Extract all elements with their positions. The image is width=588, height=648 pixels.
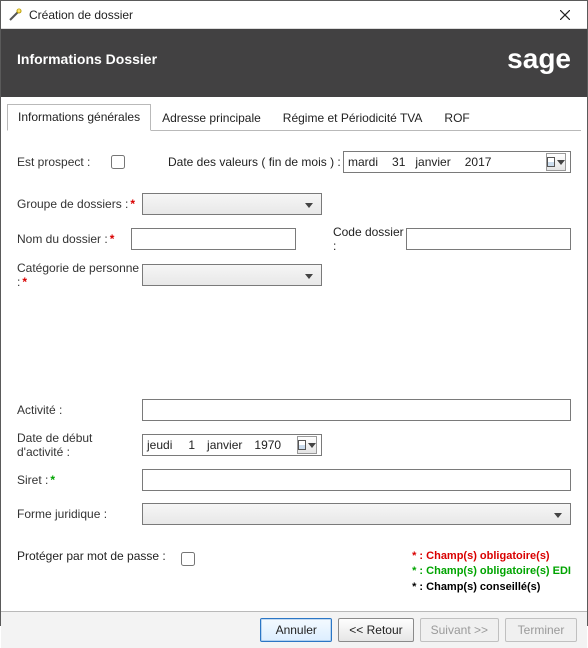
close-button[interactable] bbox=[543, 1, 587, 29]
proteger-checkbox[interactable] bbox=[181, 552, 195, 566]
tab-adresse-principale[interactable]: Adresse principale bbox=[151, 105, 272, 131]
wizard-icon bbox=[7, 7, 23, 23]
tab-label: Informations générales bbox=[18, 110, 140, 124]
date-debut-picker[interactable]: jeudi 1 janvier 1970 bbox=[142, 434, 322, 456]
nom-dossier-input[interactable] bbox=[131, 228, 296, 250]
code-dossier-label: Code dossier : bbox=[333, 225, 406, 253]
chevron-down-icon bbox=[301, 268, 317, 282]
chevron-down-icon bbox=[308, 443, 316, 448]
categorie-personne-label: Catégorie de personne :* bbox=[17, 261, 142, 289]
forme-juridique-select[interactable] bbox=[142, 503, 571, 525]
close-icon bbox=[560, 10, 570, 20]
row-forme-juridique: Forme juridique : bbox=[17, 501, 571, 527]
row-categorie: Catégorie de personne :* bbox=[17, 261, 571, 289]
siret-label: Siret :* bbox=[17, 473, 142, 487]
calendar-button[interactable] bbox=[546, 153, 566, 171]
required-legend: * : Champ(s) obligatoire(s) * : Champ(s)… bbox=[412, 549, 571, 595]
date-year: 1970 bbox=[254, 438, 281, 452]
header-title: Informations Dossier bbox=[17, 51, 157, 67]
date-dayname: mardi bbox=[348, 155, 378, 169]
suivant-button[interactable]: Suivant >> bbox=[420, 618, 499, 642]
chevron-down-icon bbox=[301, 197, 317, 211]
date-month: janvier bbox=[415, 155, 450, 169]
row-prospect-date: Est prospect : Date des valeurs ( fin de… bbox=[17, 149, 571, 175]
brand-logo: sage bbox=[507, 43, 571, 75]
legend-required: * : Champ(s) obligatoire(s) bbox=[412, 549, 571, 564]
est-prospect-checkbox[interactable] bbox=[111, 155, 125, 169]
terminer-button[interactable]: Terminer bbox=[505, 618, 577, 642]
date-year: 2017 bbox=[465, 155, 492, 169]
tabs: Informations générales Adresse principal… bbox=[7, 103, 581, 131]
dialog-window: Création de dossier Informations Dossier… bbox=[0, 0, 588, 626]
nom-dossier-label: Nom du dossier :* bbox=[17, 232, 131, 246]
date-day: 1 bbox=[188, 438, 195, 452]
date-dayname: jeudi bbox=[147, 438, 172, 452]
categorie-personne-select[interactable] bbox=[142, 264, 322, 286]
code-dossier-input[interactable] bbox=[406, 228, 571, 250]
tab-label: Adresse principale bbox=[162, 111, 261, 125]
tab-panel: Est prospect : Date des valeurs ( fin de… bbox=[1, 131, 587, 611]
chevron-down-icon bbox=[550, 507, 566, 521]
row-activite: Activité : bbox=[17, 397, 571, 423]
calendar-icon bbox=[298, 440, 306, 450]
row-nom-code: Nom du dossier :* Code dossier : bbox=[17, 225, 571, 253]
chevron-down-icon bbox=[557, 160, 565, 165]
titlebar: Création de dossier bbox=[1, 1, 587, 29]
button-bar: Annuler << Retour Suivant >> Terminer bbox=[1, 611, 587, 648]
date-day: 31 bbox=[392, 155, 405, 169]
activite-label: Activité : bbox=[17, 403, 142, 417]
calendar-button[interactable] bbox=[297, 436, 317, 454]
legend-required-edi: * : Champ(s) obligatoire(s) EDI bbox=[412, 564, 571, 579]
proteger-label: Protéger par mot de passe : bbox=[17, 549, 177, 563]
row-groupe-dossiers: Groupe de dossiers :* bbox=[17, 191, 571, 217]
window-title: Création de dossier bbox=[29, 8, 543, 22]
row-protect-legend: Protéger par mot de passe : * : Champ(s)… bbox=[17, 549, 571, 595]
siret-input[interactable] bbox=[142, 469, 571, 491]
est-prospect-label: Est prospect : bbox=[17, 155, 107, 169]
calendar-icon bbox=[547, 157, 555, 167]
row-date-debut: Date de début d'activité : jeudi 1 janvi… bbox=[17, 431, 571, 459]
tab-label: Régime et Périodicité TVA bbox=[283, 111, 423, 125]
date-valeurs-picker[interactable]: mardi 31 janvier 2017 bbox=[343, 151, 571, 173]
annuler-button[interactable]: Annuler bbox=[260, 618, 332, 642]
tab-regime-tva[interactable]: Régime et Périodicité TVA bbox=[272, 105, 434, 131]
retour-button[interactable]: << Retour bbox=[338, 618, 413, 642]
row-siret: Siret :* bbox=[17, 467, 571, 493]
date-valeurs-label: Date des valeurs ( fin de mois ) : bbox=[168, 155, 343, 169]
forme-juridique-label: Forme juridique : bbox=[17, 507, 142, 521]
tab-rof[interactable]: ROF bbox=[433, 105, 480, 131]
tab-informations-generales[interactable]: Informations générales bbox=[7, 104, 151, 131]
activite-input[interactable] bbox=[142, 399, 571, 421]
date-debut-label: Date de début d'activité : bbox=[17, 431, 142, 459]
groupe-dossiers-label: Groupe de dossiers :* bbox=[17, 197, 142, 211]
header-band: Informations Dossier sage bbox=[1, 29, 587, 97]
tab-label: ROF bbox=[444, 111, 469, 125]
tabs-outer: Informations générales Adresse principal… bbox=[1, 97, 587, 131]
groupe-dossiers-select[interactable] bbox=[142, 193, 322, 215]
legend-advised: * : Champ(s) conseillé(s) bbox=[412, 580, 571, 595]
date-month: janvier bbox=[207, 438, 242, 452]
